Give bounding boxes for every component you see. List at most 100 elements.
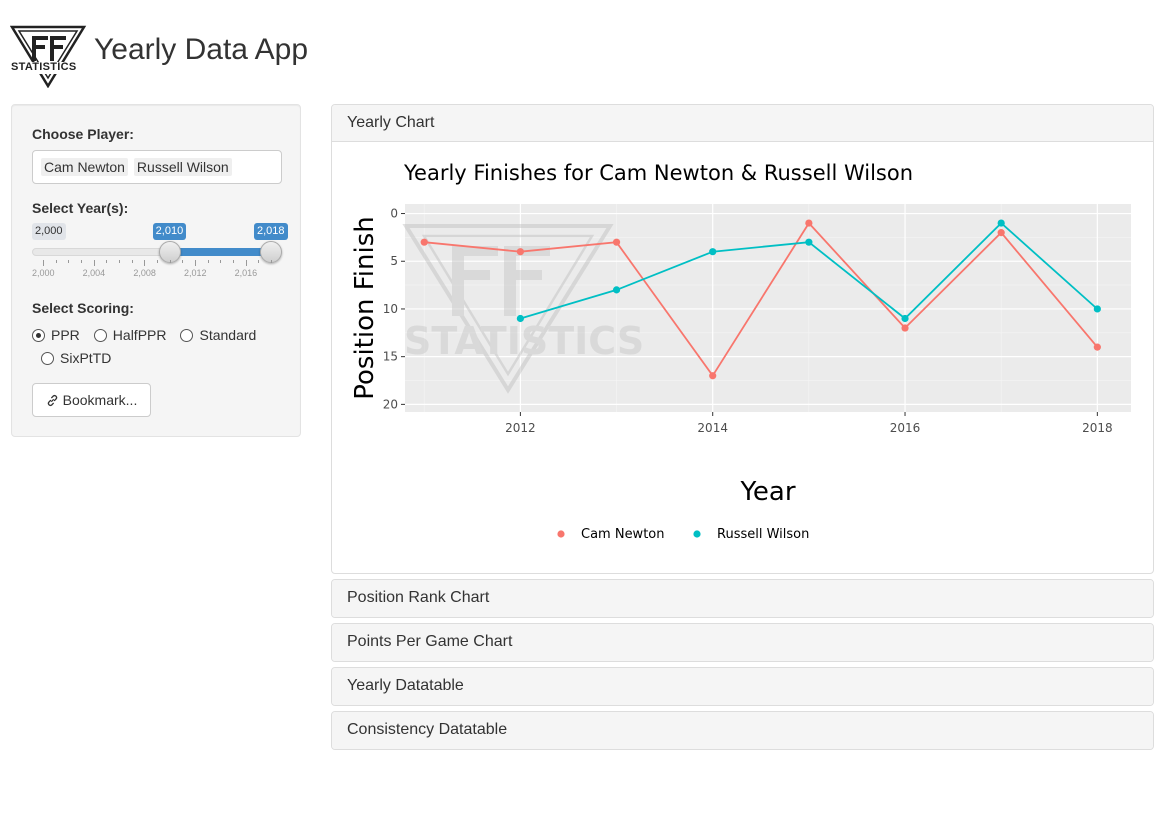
slider-tick [245, 260, 247, 266]
panel-heading-consistency-datatable[interactable]: Consistency Datatable [332, 712, 1153, 749]
data-point [1093, 305, 1101, 313]
x-tick-label: 2018 [1082, 421, 1113, 435]
panel-position-rank-chart: Position Rank Chart [331, 579, 1154, 618]
player-tag[interactable]: Cam Newton [41, 158, 128, 176]
radio-label: PPR [51, 327, 80, 343]
slider-tick [207, 260, 209, 263]
ff-statistics-logo [10, 25, 88, 88]
legend-key [693, 530, 701, 538]
panel-yearly-chart: Yearly Chart Yearly Finishes for Cam New… [331, 104, 1154, 574]
radio-button[interactable] [93, 328, 107, 342]
app-header: STATISTICS Yearly Data App [10, 24, 410, 88]
chart-title: Yearly Finishes for Cam Newton & Russell… [403, 161, 913, 185]
panel-heading-yearly-datatable[interactable]: Yearly Datatable [332, 668, 1153, 705]
slider-tick [220, 260, 222, 263]
slider-tick [169, 260, 171, 263]
bookmark-label: Bookmark... [62, 392, 138, 408]
yearly-finish-chart: Yearly Finishes for Cam Newton & Russell… [350, 161, 1131, 542]
data-point [420, 238, 428, 246]
logo-text: STATISTICS [11, 61, 77, 73]
data-point [901, 324, 909, 332]
slider-tick-label: 2,008 [133, 268, 156, 278]
x-tick-label: 2012 [505, 421, 536, 435]
year-range-slider[interactable]: 2,000 2,010 2,018 2,000 2,004 2,008 2,012 2,… [32, 221, 288, 281]
slider-tick [106, 260, 108, 263]
slider-to-label: 2,018 [254, 223, 288, 240]
slider-tick [55, 260, 57, 263]
panel-yearly-datatable: Yearly Datatable [331, 667, 1154, 706]
scoring-radio-group-row2: SixPtTD [41, 350, 125, 366]
radio-halfppr[interactable]: HalfPPR [93, 327, 167, 343]
panel-heading-points-per-game-chart[interactable]: Points Per Game Chart [332, 624, 1153, 661]
panel-heading-position-rank-chart[interactable]: Position Rank Chart [332, 580, 1153, 617]
slider-tick [93, 260, 95, 266]
link-icon [47, 394, 57, 406]
y-tick-label: 10 [383, 302, 398, 316]
slider-tick [195, 260, 196, 266]
choose-player-label: Choose Player: [32, 126, 134, 142]
data-point [901, 314, 909, 323]
slider-tick [157, 260, 158, 263]
panel-heading-yearly-chart[interactable]: Yearly Chart [332, 105, 1153, 142]
radio-button[interactable] [32, 328, 45, 342]
legend-key [557, 530, 565, 538]
slider-tick [131, 260, 133, 263]
chart-container: Yearly Finishes for Cam Newton & Russell… [332, 142, 1153, 573]
scoring-radio-group: PPR HalfPPR Standard [32, 327, 270, 343]
y-axis-label: Position Finish [350, 216, 380, 400]
sidebar-panel: Choose Player: Cam Newton Russell Wilson… [11, 104, 301, 437]
data-point [709, 372, 717, 380]
radio-sixpttd[interactable]: SixPtTD [41, 350, 111, 366]
slider-tick [119, 260, 120, 263]
data-point [997, 229, 1005, 237]
slider-tick-label: 2,000 [32, 268, 55, 278]
legend-label: Russell Wilson [717, 527, 809, 542]
slider-tick [68, 260, 70, 263]
bookmark-button[interactable]: Bookmark... [32, 383, 151, 417]
x-tick-label: 2016 [890, 421, 921, 435]
radio-label: Standard [199, 327, 257, 343]
panel-points-per-game-chart: Points Per Game Chart [331, 623, 1154, 662]
slider-tick-label: 2,004 [82, 268, 106, 278]
slider-from-label: 2,010 [152, 223, 187, 240]
slider-tick [258, 260, 260, 263]
data-point [1093, 343, 1101, 351]
radio-ppr[interactable]: PPR [32, 327, 80, 343]
x-tick-label: 2014 [697, 421, 728, 435]
radio-standard[interactable]: Standard [180, 327, 256, 343]
y-tick-label: 15 [383, 350, 398, 364]
data-point [612, 286, 621, 294]
x-axis-label: Year [739, 477, 795, 507]
y-tick-label: 20 [383, 397, 398, 411]
player-tag[interactable]: Russell Wilson [133, 158, 232, 176]
panel-consistency-datatable: Consistency Datatable [331, 711, 1154, 750]
player-select-input[interactable]: Cam Newton Russell Wilson [32, 150, 282, 184]
data-point [709, 248, 717, 256]
slider-tick [81, 260, 82, 263]
legend-label: Cam Newton [581, 527, 664, 542]
slider-selected-range[interactable] [169, 248, 271, 256]
slider-tick [43, 260, 44, 266]
select-years-label: Select Year(s): [32, 200, 129, 216]
y-tick-label: 0 [390, 207, 398, 221]
chart-legend: Cam Newton Russell Wilson [557, 527, 809, 542]
radio-label: HalfPPR [112, 327, 167, 343]
radio-button[interactable] [180, 328, 194, 342]
data-point [516, 248, 524, 256]
slider-tick [271, 260, 272, 263]
data-point [997, 219, 1005, 227]
slider-tick [233, 260, 234, 263]
data-point [805, 238, 813, 246]
data-point [612, 238, 621, 246]
select-scoring-label: Select Scoring: [32, 300, 134, 316]
slider-tick-label: 2,012 [184, 268, 207, 278]
radio-button[interactable] [41, 351, 54, 365]
radio-label: SixPtTD [60, 350, 112, 366]
slider-tick-label: 2,016 [234, 268, 258, 278]
app-title: Yearly Data App [94, 33, 309, 66]
data-point [516, 314, 524, 323]
y-tick-label: 5 [390, 254, 398, 268]
slider-tick [182, 260, 184, 263]
watermark-text: STATISTICS [404, 319, 644, 363]
data-point [805, 219, 813, 227]
